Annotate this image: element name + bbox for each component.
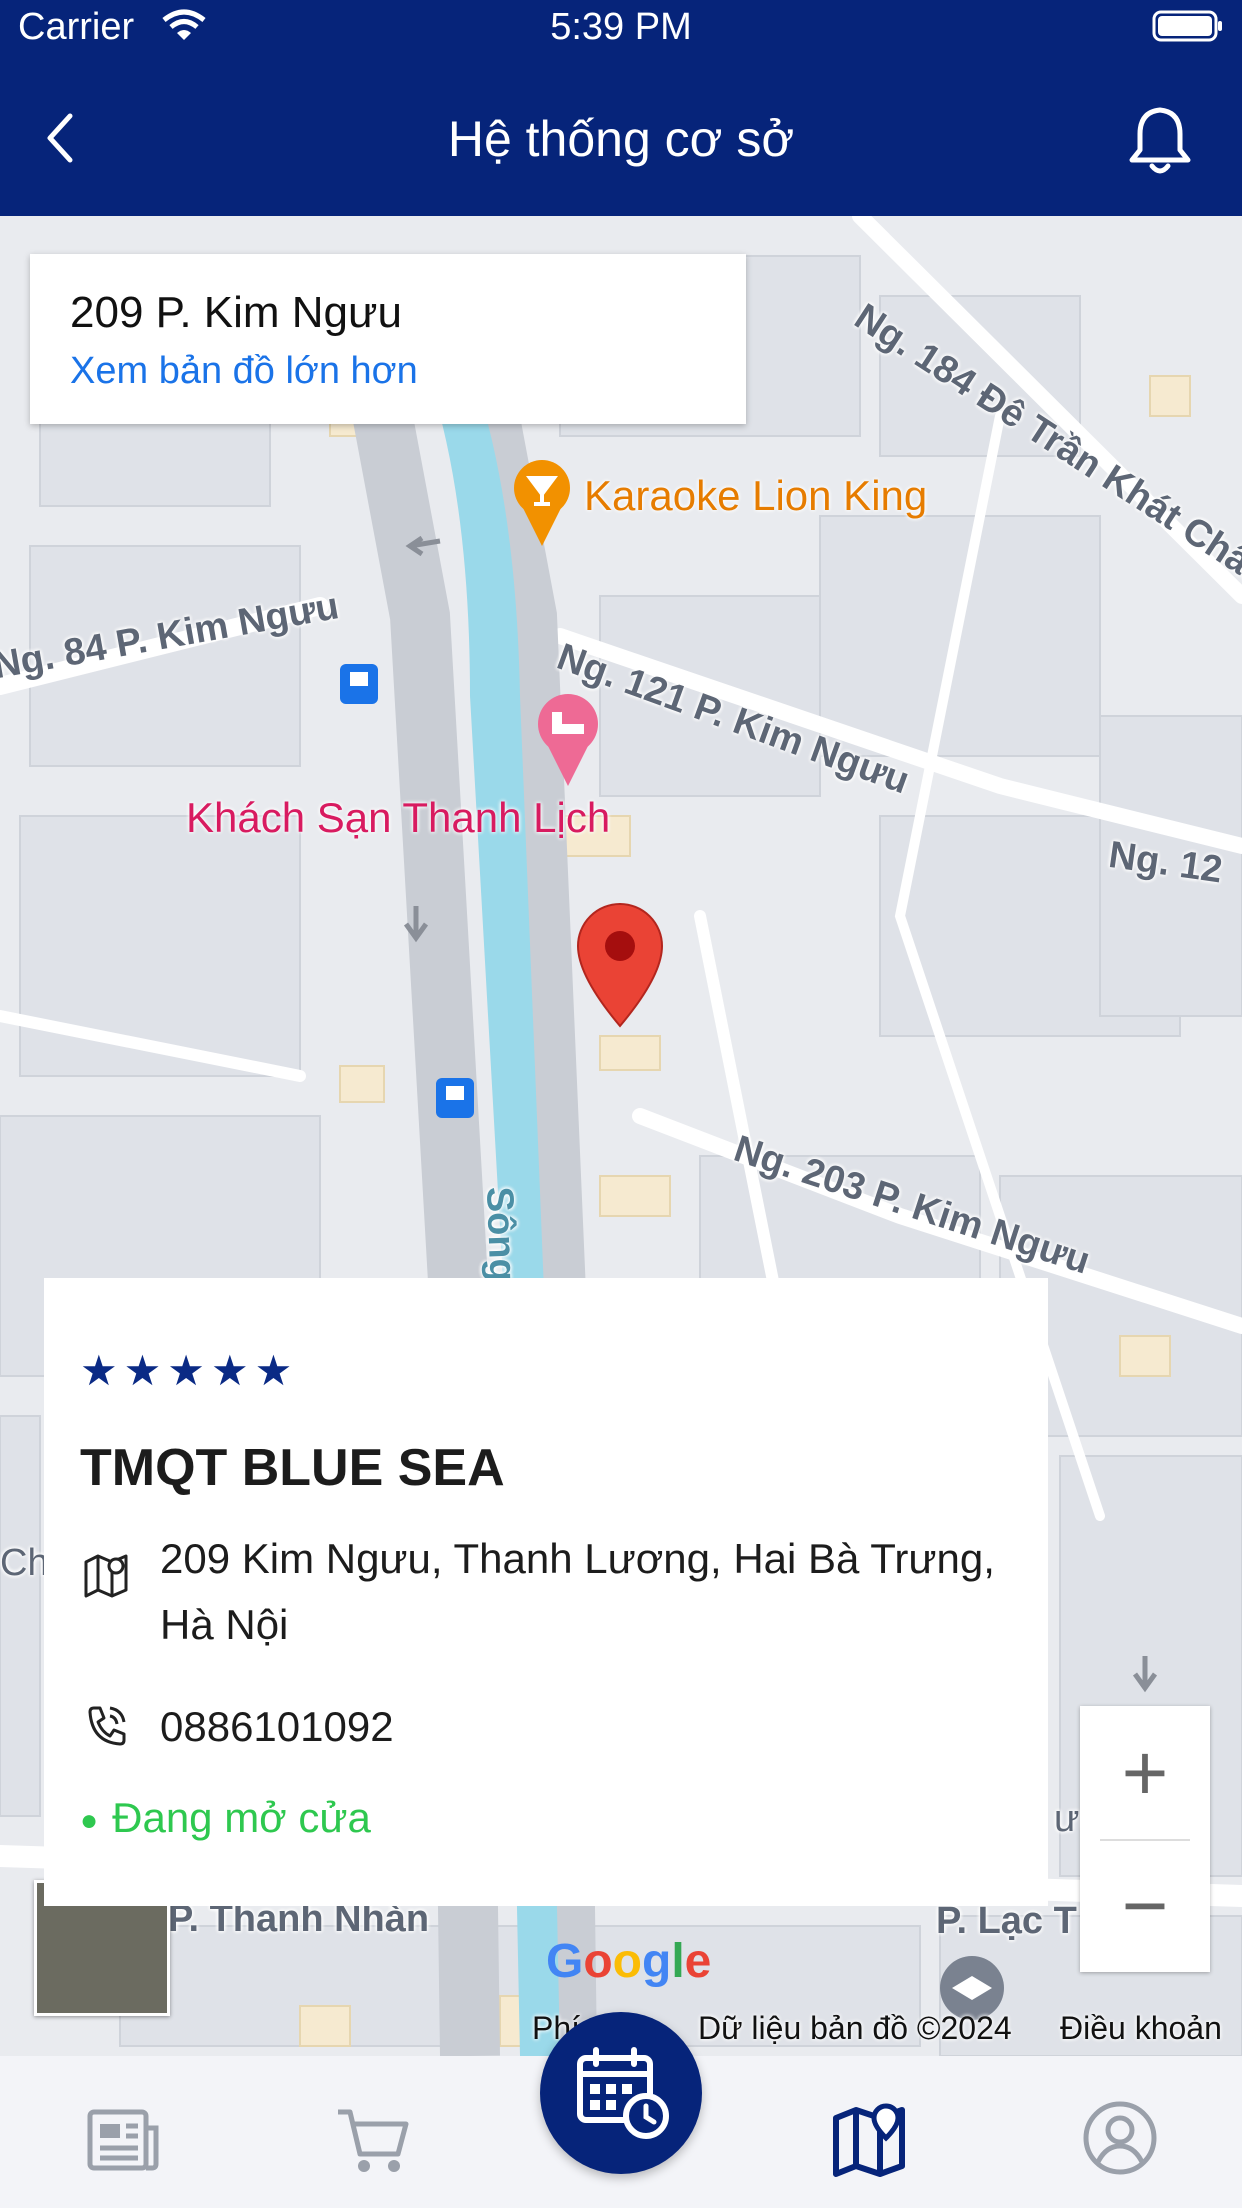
location-address: 209 P. Kim Ngưu [70, 288, 402, 337]
poi-label[interactable]: Khách Sạn Thanh Lịch [186, 794, 610, 842]
phone-icon [88, 1706, 126, 1746]
branch-address: 209 Kim Ngưu, Thanh Lương, Hai Bà Trưng,… [160, 1535, 995, 1648]
cart-icon[interactable] [332, 2098, 412, 2178]
open-status-label: Đang mở cửa [112, 1794, 371, 1841]
branch-card[interactable]: ★★★★★ TMQT BLUE SEA 209 Kim Ngưu, Thanh … [44, 1278, 1048, 1906]
location-box: 209 P. Kim Ngưu Xem bản đồ lớn hơn [30, 254, 746, 424]
status-bar: Carrier 5:39 PM [0, 0, 1242, 56]
zoom-in-button[interactable]: + [1080, 1706, 1210, 1839]
map-icon[interactable] [830, 2098, 910, 2178]
zoom-out-button[interactable]: − [1080, 1839, 1210, 1972]
status-dot: ● [80, 1803, 99, 1837]
calendar-clock-icon [577, 2047, 669, 2139]
map-data-attribution: Dữ liệu bản đồ ©2024 [698, 2010, 1012, 2046]
view-larger-map-link[interactable]: Xem bản đồ lớn hơn [70, 350, 418, 393]
booking-button[interactable] [540, 2012, 702, 2174]
header: Hệ thống cơ sở [0, 56, 1242, 216]
profile-icon[interactable] [1080, 2098, 1160, 2178]
street-label: Sông [478, 1186, 524, 1283]
street-label: P. Lạc T [936, 1900, 1077, 1942]
branch-phone[interactable]: 0886101092 [160, 1694, 1020, 1760]
rating-stars: ★★★★★ [80, 1347, 299, 1394]
google-logo: Google [546, 1935, 712, 1988]
open-status: ● Đang mở cửa [80, 1794, 371, 1842]
bell-icon[interactable] [1122, 102, 1198, 178]
terms-link[interactable]: Điều khoản [1060, 2010, 1222, 2047]
battery-icon [1152, 10, 1222, 42]
map-pin-icon [84, 1554, 128, 1598]
page-title: Hệ thống cơ sở [447, 111, 795, 167]
clock: 5:39 PM [550, 6, 692, 48]
branch-name: TMQT BLUE SEA [80, 1439, 505, 1497]
news-icon[interactable] [82, 2098, 162, 2178]
zoom-controls: + − [1080, 1706, 1210, 1972]
poi-label[interactable]: Karaoke Lion King [584, 472, 927, 520]
